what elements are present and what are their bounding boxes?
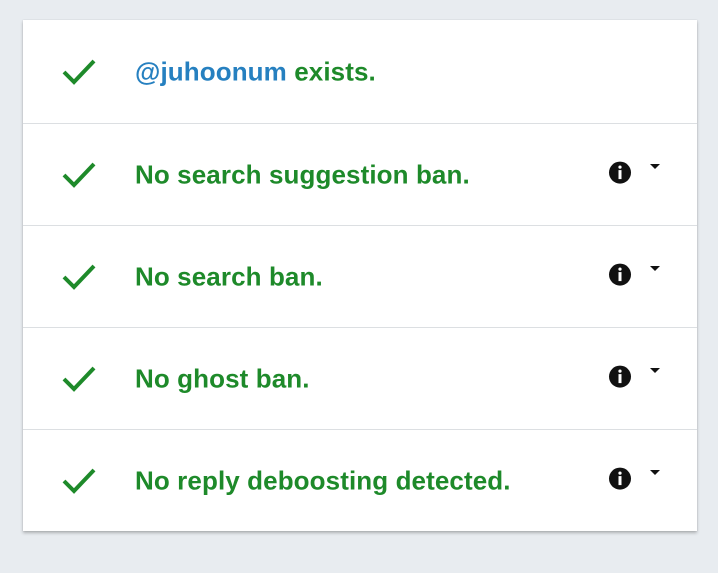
result-row-exists: @juhoonum exists. <box>23 20 697 123</box>
chevron-down-icon[interactable] <box>649 469 661 477</box>
results-card: @juhoonum exists. No search suggestion b… <box>23 20 697 531</box>
info-icon[interactable] <box>608 364 632 388</box>
info-icon[interactable] <box>608 262 632 286</box>
chevron-down-icon[interactable] <box>649 367 661 375</box>
info-icon[interactable] <box>608 160 632 184</box>
checkmark-icon <box>62 264 96 290</box>
result-label: @juhoonum exists. <box>135 56 376 87</box>
checkmark-icon <box>62 366 96 392</box>
chevron-down-icon[interactable] <box>649 265 661 273</box>
checkmark-icon <box>62 468 96 494</box>
result-row-search-ban: No search ban. <box>23 225 697 327</box>
result-text: exists. <box>286 56 376 86</box>
user-handle-link[interactable]: @juhoonum <box>135 56 287 86</box>
result-label: No search suggestion ban. <box>135 159 470 189</box>
result-label: No search ban. <box>135 261 323 291</box>
checkmark-icon <box>62 59 96 85</box>
result-row-search-suggestion: No search suggestion ban. <box>23 123 697 225</box>
result-label: No reply deboosting detected. <box>135 465 511 495</box>
checkmark-icon <box>62 162 96 188</box>
result-row-reply-deboosting: No reply deboosting detected. <box>23 429 697 531</box>
info-icon[interactable] <box>608 466 632 490</box>
result-row-ghost-ban: No ghost ban. <box>23 327 697 429</box>
result-label: No ghost ban. <box>135 363 310 393</box>
chevron-down-icon[interactable] <box>649 163 661 171</box>
